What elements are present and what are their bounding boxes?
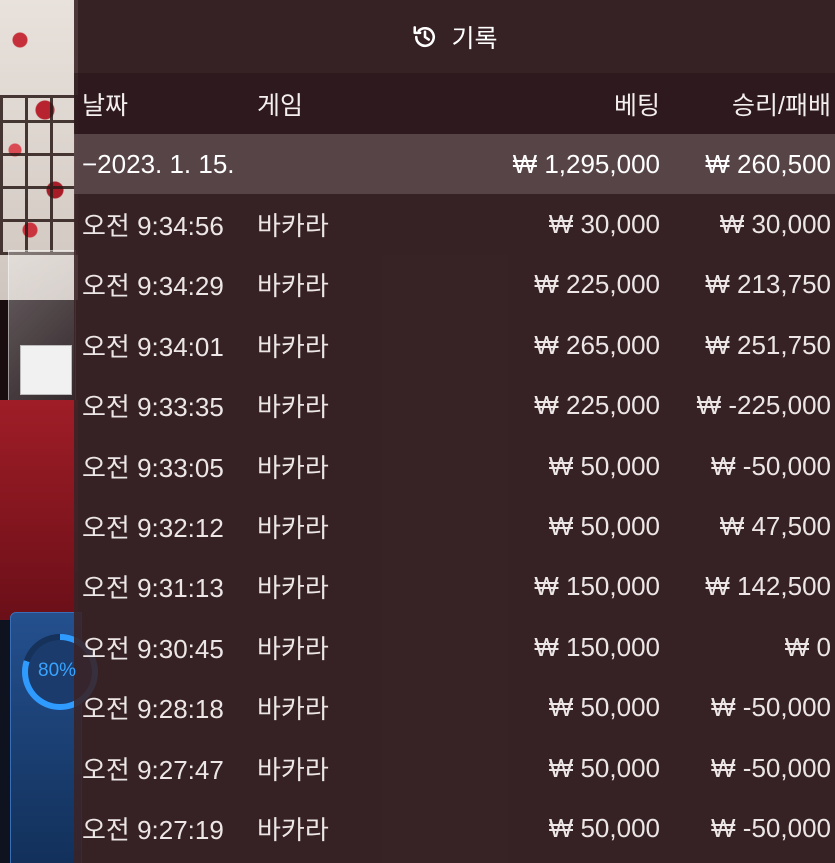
row-bet: ₩ 150,000: [534, 631, 660, 662]
row-result: ₩ 47,500: [719, 511, 831, 542]
progress-label: 80%: [38, 660, 77, 681]
row-time: 오전 9:33:35: [82, 392, 224, 423]
row-result: ₩ -50,000: [711, 692, 831, 723]
row-game: 바카라: [257, 271, 329, 302]
row-time: 오전 9:30:45: [82, 633, 224, 664]
history-icon: [411, 23, 439, 51]
row-game: 바카라: [257, 694, 329, 725]
column-result: 승리/패배: [732, 91, 831, 120]
row-game: 바카라: [257, 573, 329, 604]
row-game: 바카라: [257, 392, 329, 423]
row-game: 바카라: [257, 331, 329, 362]
panel-title: 기록: [451, 24, 498, 53]
history-row[interactable]: 오전 9:31:13 바카라 ₩ 150,000 ₩ 142,500: [74, 557, 835, 617]
row-bet: ₩ 50,000: [548, 752, 660, 783]
history-row[interactable]: 오전 9:30:45 바카라 ₩ 150,000 ₩ 0: [74, 617, 835, 677]
row-bet: ₩ 50,000: [548, 450, 660, 481]
panel-header: 기록: [74, 0, 835, 73]
row-time: 오전 9:33:05: [82, 452, 224, 483]
row-game: 바카라: [257, 513, 329, 544]
row-result: ₩ 213,750: [705, 269, 831, 300]
group-result-total: ₩ 260,500: [705, 148, 831, 179]
row-game: 바카라: [257, 452, 329, 483]
row-bet: ₩ 225,000: [534, 269, 660, 300]
row-bet: ₩ 50,000: [548, 511, 660, 542]
row-bet: ₩ 30,000: [548, 209, 660, 240]
row-bet: ₩ 150,000: [534, 571, 660, 602]
row-result: ₩ -50,000: [711, 752, 831, 783]
column-game: 게임: [257, 91, 304, 120]
row-bet: ₩ 225,000: [534, 390, 660, 421]
table-header: 날짜 게임 베팅 승리/패배: [74, 73, 835, 134]
column-bet: 베팅: [613, 91, 660, 120]
history-row[interactable]: 오전 9:33:05 바카라 ₩ 50,000 ₩ -50,000: [74, 436, 835, 496]
history-row[interactable]: 오전 9:33:35 바카라 ₩ 225,000 ₩ -225,000: [74, 376, 835, 436]
history-row[interactable]: 오전 9:34:01 바카라 ₩ 265,000 ₩ 251,750: [74, 315, 835, 375]
row-game: 바카라: [257, 814, 329, 845]
row-bet: ₩ 265,000: [534, 329, 660, 360]
row-result: ₩ 0: [784, 631, 831, 662]
row-time: 오전 9:34:29: [82, 271, 224, 302]
history-row[interactable]: 오전 9:34:56 바카라 ₩ 30,000 ₩ 30,000: [74, 194, 835, 254]
row-game: 바카라: [257, 211, 329, 242]
card-stack: [20, 345, 72, 395]
group-date: −2023. 1. 15.: [82, 148, 235, 179]
row-result: ₩ 30,000: [719, 209, 831, 240]
history-row[interactable]: 오전 9:27:47 바카라 ₩ 50,000 ₩ -50,000: [74, 738, 835, 798]
row-time: 오전 9:31:13: [82, 573, 224, 604]
row-game: 바카라: [257, 633, 329, 664]
row-result: ₩ -50,000: [711, 812, 831, 843]
row-result: ₩ 142,500: [705, 571, 831, 602]
history-panel: 기록 날짜 게임 베팅 승리/패배 −2023. 1. 15. ₩ 1,295,…: [74, 0, 835, 863]
row-time: 오전 9:32:12: [82, 513, 224, 544]
row-result: ₩ -225,000: [696, 390, 831, 421]
row-time: 오전 9:27:19: [82, 814, 224, 845]
date-group-row[interactable]: −2023. 1. 15. ₩ 1,295,000 ₩ 260,500: [74, 134, 835, 195]
row-result: ₩ 251,750: [705, 329, 831, 360]
row-game: 바카라: [257, 754, 329, 785]
row-result: ₩ -50,000: [711, 450, 831, 481]
row-time: 오전 9:34:56: [82, 211, 224, 242]
row-bet: ₩ 50,000: [548, 692, 660, 723]
history-row[interactable]: 오전 9:28:18 바카라 ₩ 50,000 ₩ -50,000: [74, 678, 835, 738]
group-bet-total: ₩ 1,295,000: [512, 148, 660, 179]
lattice-screen: [0, 95, 78, 255]
column-date: 날짜: [82, 91, 129, 120]
row-time: 오전 9:28:18: [82, 694, 224, 725]
history-row[interactable]: 오전 9:34:29 바카라 ₩ 225,000 ₩ 213,750: [74, 255, 835, 315]
row-time: 오전 9:34:01: [82, 331, 224, 362]
row-bet: ₩ 50,000: [548, 812, 660, 843]
row-time: 오전 9:27:47: [82, 754, 224, 785]
history-row[interactable]: 오전 9:32:12 바카라 ₩ 50,000 ₩ 47,500: [74, 496, 835, 556]
game-table: [0, 400, 78, 620]
history-row[interactable]: 오전 9:27:19 바카라 ₩ 50,000 ₩ -50,000: [74, 798, 835, 858]
